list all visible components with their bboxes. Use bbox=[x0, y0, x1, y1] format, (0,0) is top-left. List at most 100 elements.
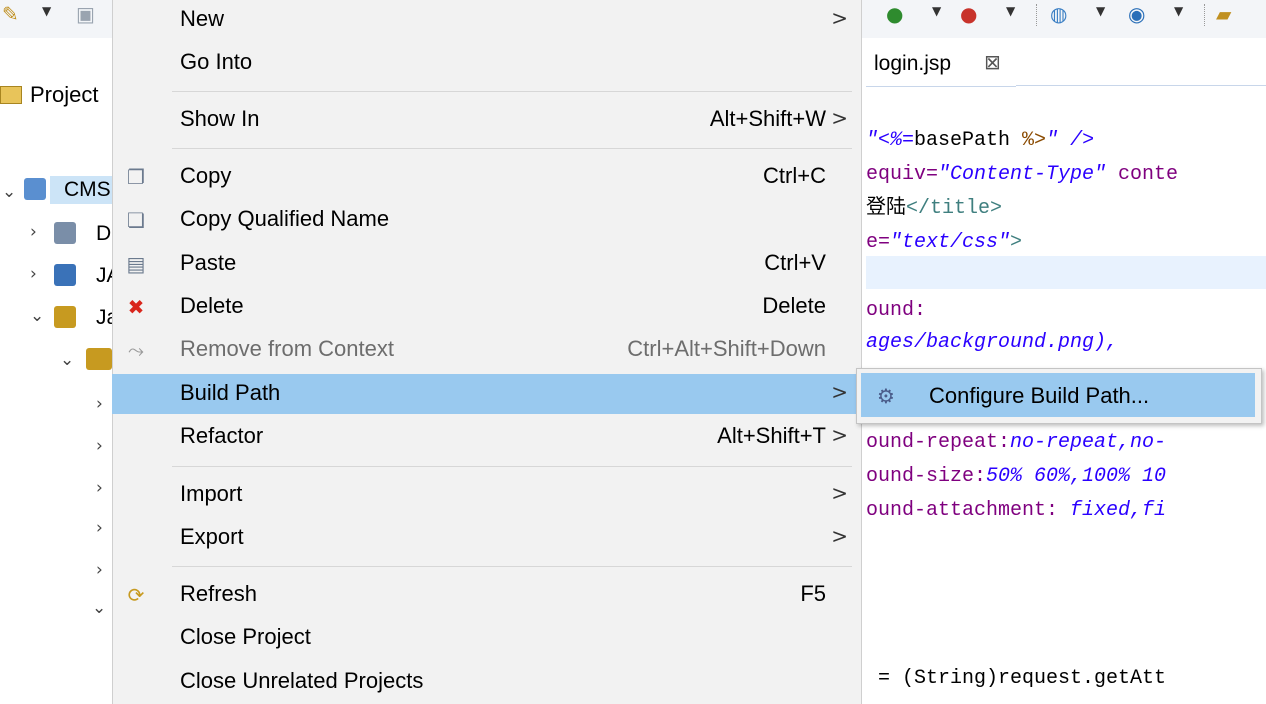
menu-item-show-in[interactable]: Show In Alt+Shift+W > bbox=[112, 100, 860, 140]
configure-build-path-icon: ⚙ bbox=[877, 384, 895, 408]
chevron-down-icon[interactable]: ⌄ bbox=[60, 350, 74, 370]
chevron-right-icon[interactable]: › bbox=[96, 478, 103, 498]
code-token: 登陆 bbox=[866, 197, 906, 220]
chevron-right-icon[interactable]: › bbox=[96, 394, 103, 414]
menu-item-build-path[interactable]: Build Path > bbox=[112, 374, 860, 414]
code-token: "text/css" bbox=[890, 231, 1011, 254]
code-token: > bbox=[1010, 231, 1023, 254]
chevron-right-icon: > bbox=[831, 481, 848, 505]
menu-item-new[interactable]: New > bbox=[112, 0, 860, 40]
code-line[interactable]: = (String)request.getAtt bbox=[866, 662, 1166, 696]
chevron-right-icon[interactable]: › bbox=[96, 518, 103, 538]
copy-icon: ❐ bbox=[127, 165, 145, 189]
chevron-down-icon[interactable]: ⌄ bbox=[30, 306, 44, 326]
chevron-down-icon[interactable]: ▼ bbox=[1096, 4, 1105, 18]
server-icon[interactable]: ◉ bbox=[1128, 2, 1145, 26]
menu-separator bbox=[172, 566, 852, 567]
code-token: ound-attachment: bbox=[866, 499, 1071, 522]
menu-item-close-unrelated-projects[interactable]: Close Unrelated Projects bbox=[112, 662, 860, 702]
code-token: equiv= bbox=[866, 163, 939, 186]
code-token: ound-repeat: bbox=[866, 431, 1011, 454]
chevron-right-icon: > bbox=[831, 6, 848, 30]
code-token: %> bbox=[1022, 129, 1047, 152]
current-line-highlight bbox=[866, 256, 1266, 289]
java-resources-icon bbox=[54, 306, 76, 328]
close-icon[interactable]: ⊠ bbox=[984, 50, 1001, 74]
source-folder-icon bbox=[86, 348, 112, 370]
toolbar-separator bbox=[1036, 4, 1038, 26]
code-line[interactable]: e="text/css"> bbox=[866, 226, 1022, 260]
menu-item-refresh[interactable]: ⟳ Refresh F5 bbox=[112, 575, 860, 615]
chevron-down-icon[interactable]: ▼ bbox=[1174, 4, 1183, 18]
menu-separator bbox=[172, 91, 852, 92]
tree-item-java-resources[interactable]: Ja bbox=[96, 304, 112, 332]
project-explorer-icon bbox=[0, 86, 22, 104]
menu-item-close-project[interactable]: Close Project bbox=[112, 618, 860, 658]
chevron-down-icon[interactable]: ▼ bbox=[932, 4, 941, 18]
chevron-right-icon: > bbox=[831, 524, 848, 548]
code-line[interactable]: 登陆</title> bbox=[866, 192, 1002, 226]
code-token: ound: bbox=[866, 299, 927, 322]
project-explorer-tab[interactable]: Project bbox=[30, 82, 98, 108]
code-token: 50% 60%,100% 10 bbox=[986, 465, 1167, 488]
code-token: e= bbox=[866, 231, 891, 254]
chevron-down-icon[interactable]: ▼ bbox=[42, 4, 51, 18]
code-token: "<%= bbox=[866, 129, 915, 152]
editor-tab-label: login.jsp bbox=[874, 52, 952, 75]
save-icon[interactable]: ▣ bbox=[76, 2, 95, 26]
menu-item-export[interactable]: Export > bbox=[112, 518, 860, 558]
menu-item-delete[interactable]: ✖ Delete Delete bbox=[112, 287, 860, 327]
globe-icon[interactable]: ◍ bbox=[1050, 2, 1067, 26]
java-project-icon bbox=[24, 178, 46, 200]
code-line[interactable]: equiv="Content-Type" conte bbox=[866, 158, 1178, 192]
chevron-right-icon[interactable]: › bbox=[30, 222, 37, 242]
delete-icon: ✖ bbox=[127, 295, 145, 319]
code-line[interactable]: ound-size:50% 60%,100% 10 bbox=[866, 460, 1166, 494]
code-token: </title> bbox=[906, 197, 1003, 220]
code-token: fixed,fi bbox=[1070, 499, 1167, 522]
chevron-right-icon: > bbox=[831, 106, 848, 130]
remove-from-context-icon: ⤳ bbox=[128, 338, 144, 362]
chevron-right-icon: > bbox=[831, 380, 848, 404]
chevron-right-icon[interactable]: › bbox=[96, 560, 103, 580]
code-line[interactable]: ound: bbox=[866, 294, 926, 328]
menu-separator bbox=[172, 466, 852, 467]
editor-tab-divider bbox=[1016, 85, 1266, 86]
code-line[interactable]: "<%=basePath %>" /> bbox=[866, 124, 1094, 158]
tree-item-jaxws[interactable]: JA bbox=[96, 262, 112, 290]
menu-item-paste[interactable]: ▤ Paste Ctrl+V bbox=[112, 244, 860, 284]
open-folder-icon[interactable]: ▰ bbox=[1216, 2, 1231, 26]
paste-icon: ▤ bbox=[126, 252, 146, 276]
debug-icon[interactable]: ● bbox=[960, 2, 977, 26]
menu-item-configure-build-path[interactable]: ⚙ Configure Build Path... bbox=[861, 373, 1255, 417]
menu-item-copy-qualified-name[interactable]: ❏ Copy Qualified Name bbox=[112, 200, 860, 240]
tree-item-deployment[interactable]: D bbox=[96, 220, 112, 248]
toolbar-separator bbox=[1204, 4, 1206, 26]
code-token: ound-size: bbox=[866, 465, 987, 488]
chevron-right-icon[interactable]: › bbox=[30, 264, 37, 284]
code-token: = (String)request.getAtt bbox=[866, 667, 1167, 690]
chevron-down-icon[interactable]: ▼ bbox=[1006, 4, 1015, 18]
new-file-icon[interactable]: ✎ bbox=[2, 2, 19, 26]
chevron-right-icon[interactable]: › bbox=[96, 436, 103, 456]
chevron-down-icon[interactable]: ⌄ bbox=[2, 182, 16, 202]
menu-item-go-into[interactable]: Go Into bbox=[112, 43, 860, 83]
code-line[interactable]: ound-repeat:no-repeat,no- bbox=[866, 426, 1166, 460]
deployment-descriptor-icon bbox=[54, 222, 76, 244]
chevron-right-icon: > bbox=[831, 423, 848, 447]
code-line[interactable]: ound-attachment: fixed,fi bbox=[866, 494, 1166, 528]
project-explorer: Project ⌄ CMS › D › JA ⌄ Ja ⌄ › › › › › … bbox=[0, 38, 112, 704]
menu-item-import[interactable]: Import > bbox=[112, 475, 860, 515]
run-icon[interactable]: ● bbox=[886, 2, 903, 26]
menu-item-copy[interactable]: ❐ Copy Ctrl+C bbox=[112, 157, 860, 197]
code-line[interactable]: ages/background.png), bbox=[866, 326, 1118, 360]
tree-item-project[interactable]: CMS bbox=[50, 176, 112, 204]
jax-ws-icon bbox=[54, 264, 76, 286]
code-token: no-repeat,no- bbox=[1010, 431, 1167, 454]
menu-separator bbox=[172, 148, 852, 149]
menu-item-refactor[interactable]: Refactor Alt+Shift+T > bbox=[112, 417, 860, 457]
menu-item-remove-from-context: ⤳ Remove from Context Ctrl+Alt+Shift+Dow… bbox=[112, 330, 860, 370]
chevron-down-icon[interactable]: ⌄ bbox=[92, 598, 106, 618]
code-token: "Content-Type" bbox=[938, 163, 1107, 186]
refresh-icon: ⟳ bbox=[127, 583, 145, 607]
